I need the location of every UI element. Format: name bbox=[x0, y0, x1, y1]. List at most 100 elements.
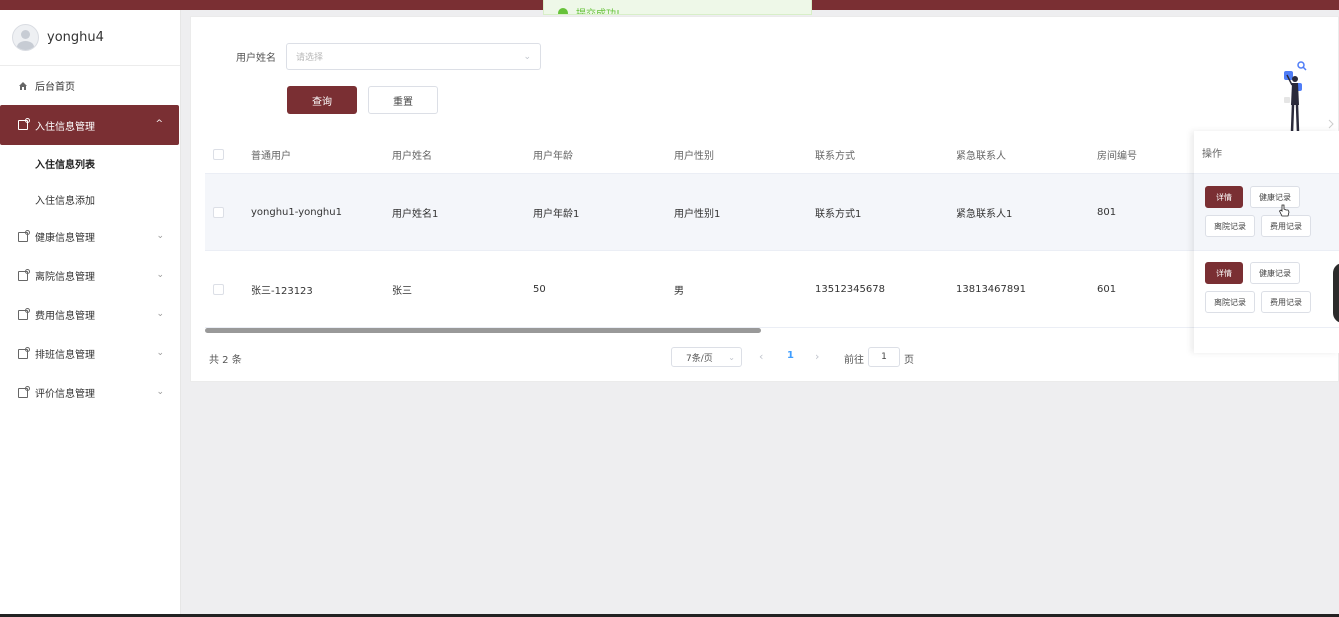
goto-suffix: 页 bbox=[904, 355, 914, 366]
column-header: 房间编号 bbox=[1097, 150, 1137, 162]
cell-gender: 男 bbox=[674, 285, 684, 297]
folder-icon bbox=[18, 307, 30, 320]
detail-button[interactable]: 详情 bbox=[1205, 186, 1243, 208]
chevron-up-icon: ^ bbox=[155, 119, 163, 129]
horizontal-scrollbar[interactable] bbox=[205, 328, 761, 333]
cell-name: 用户姓名1 bbox=[392, 208, 439, 220]
sidebar-item-schedule[interactable]: 排班信息管理 ⌄ bbox=[0, 334, 180, 373]
column-header: 用户性别 bbox=[674, 150, 714, 162]
folder-icon bbox=[18, 346, 30, 359]
floating-side-widget[interactable] bbox=[1333, 263, 1339, 323]
table-row[interactable]: 张三-123123 张三 50 男 13512345678 1381346789… bbox=[205, 251, 1339, 328]
column-header: 联系方式 bbox=[815, 150, 855, 162]
chevron-down-icon: ⌄ bbox=[156, 348, 164, 358]
sidebar-item-checkin[interactable]: 入住信息管理 ^ bbox=[0, 105, 179, 145]
column-header: 普通用户 bbox=[251, 150, 291, 162]
cell-room: 601 bbox=[1097, 283, 1117, 295]
page-number[interactable]: 1 bbox=[787, 350, 794, 361]
column-header: 操作 bbox=[1194, 131, 1339, 174]
cell-room: 801 bbox=[1097, 206, 1117, 218]
sidebar-item-fee[interactable]: 费用信息管理 ⌄ bbox=[0, 295, 180, 334]
row-checkbox[interactable] bbox=[213, 283, 224, 295]
checkin-table: 普通用户 用户姓名 用户年龄 用户性别 联系方式 紧急联系人 房间编号 yong… bbox=[205, 135, 1339, 328]
fee-record-button[interactable]: 费用记录 bbox=[1261, 215, 1311, 237]
avatar bbox=[12, 24, 39, 51]
user-name: yonghu4 bbox=[47, 30, 104, 45]
cell-name: 张三 bbox=[392, 285, 412, 297]
search-form: 用户姓名 请选择 ⌄ bbox=[236, 43, 541, 70]
cell-user: 张三-123123 bbox=[251, 285, 313, 297]
actions-column: 操作 详情 健康记录 离院记录 费用记录 详情 健康记录 离院记录 费用记录 bbox=[1194, 131, 1339, 353]
cell-emergency: 13813467891 bbox=[956, 283, 1026, 295]
sidebar: yonghu4 后台首页 入住信息管理 ^ 入住信息列表 入住信息添加 健康信息… bbox=[0, 10, 181, 614]
leave-record-button[interactable]: 离院记录 bbox=[1205, 291, 1255, 313]
home-icon bbox=[18, 81, 28, 91]
prev-page-icon[interactable]: ‹ bbox=[759, 350, 763, 363]
cell-age: 用户年龄1 bbox=[533, 208, 580, 220]
table-row[interactable]: yonghu1-yonghu1 用户姓名1 用户年龄1 用户性别1 联系方式1 … bbox=[205, 174, 1339, 251]
goto-page-input[interactable]: 1 bbox=[868, 347, 900, 367]
detail-button[interactable]: 详情 bbox=[1205, 262, 1243, 284]
page-size-value: 7条/页 bbox=[686, 353, 713, 364]
folder-icon bbox=[18, 385, 30, 398]
page-size-select[interactable]: 7条/页 ⌄ bbox=[671, 347, 742, 367]
select-placeholder: 请选择 bbox=[296, 53, 324, 63]
leave-record-button[interactable]: 离院记录 bbox=[1205, 215, 1255, 237]
sidebar-subitem-label: 入住信息列表 bbox=[35, 159, 95, 171]
sidebar-item-review[interactable]: 评价信息管理 ⌄ bbox=[0, 373, 180, 412]
sidebar-item-home[interactable]: 后台首页 bbox=[0, 66, 180, 105]
folder-icon bbox=[18, 229, 30, 242]
table-header: 普通用户 用户姓名 用户年龄 用户性别 联系方式 紧急联系人 房间编号 bbox=[205, 135, 1339, 174]
cell-emergency: 紧急联系人1 bbox=[956, 208, 1013, 220]
chevron-down-icon: ⌄ bbox=[156, 387, 164, 397]
folder-icon bbox=[18, 268, 30, 281]
chevron-down-icon: ⌄ bbox=[523, 51, 531, 62]
query-button[interactable]: 查询 bbox=[287, 86, 357, 114]
sidebar-item-label: 评价信息管理 bbox=[35, 389, 95, 400]
cell-age: 50 bbox=[533, 283, 546, 295]
next-page-icon[interactable]: › bbox=[815, 350, 819, 363]
sidebar-item-leave[interactable]: 离院信息管理 ⌄ bbox=[0, 256, 180, 295]
folder-icon bbox=[18, 118, 30, 130]
health-record-button[interactable]: 健康记录 bbox=[1250, 186, 1300, 208]
fee-record-button[interactable]: 费用记录 bbox=[1261, 291, 1311, 313]
health-record-button[interactable]: 健康记录 bbox=[1250, 262, 1300, 284]
chevron-down-icon: ⌄ bbox=[728, 352, 735, 362]
sidebar-subitem-label: 入住信息添加 bbox=[35, 195, 95, 207]
cell-phone: 13512345678 bbox=[815, 283, 885, 295]
total-count: 共 2 条 bbox=[209, 355, 242, 366]
actions-cell: 详情 健康记录 离院记录 费用记录 bbox=[1194, 251, 1339, 328]
sidebar-subitem-checkin-list[interactable]: 入住信息列表 bbox=[0, 145, 180, 181]
column-header: 用户年龄 bbox=[533, 150, 573, 162]
success-icon bbox=[558, 8, 568, 14]
sidebar-item-label: 健康信息管理 bbox=[35, 233, 95, 244]
search-label: 用户姓名 bbox=[236, 53, 276, 64]
cell-gender: 用户性别1 bbox=[674, 208, 721, 220]
actions-cell: 详情 健康记录 离院记录 费用记录 bbox=[1194, 174, 1339, 251]
cell-user: yonghu1-yonghu1 bbox=[251, 206, 342, 218]
column-header: 用户姓名 bbox=[392, 150, 432, 162]
goto-label: 前往 bbox=[844, 355, 864, 366]
pagination: 共 2 条 7条/页 ⌄ ‹ 1 › 前往 1 页 bbox=[209, 347, 1329, 367]
user-profile[interactable]: yonghu4 bbox=[0, 10, 180, 66]
chevron-down-icon: ⌄ bbox=[156, 231, 164, 241]
chevron-down-icon: ⌄ bbox=[156, 270, 164, 280]
chevron-down-icon: ⌄ bbox=[156, 309, 164, 319]
column-header: 紧急联系人 bbox=[956, 150, 1006, 162]
sidebar-item-label: 入住信息管理 bbox=[35, 121, 95, 133]
reset-button[interactable]: 重置 bbox=[368, 86, 438, 114]
select-all-checkbox[interactable] bbox=[213, 148, 224, 160]
cell-phone: 联系方式1 bbox=[815, 208, 862, 220]
toast-message: 提交成功! bbox=[576, 9, 621, 15]
sidebar-item-label: 离院信息管理 bbox=[35, 272, 95, 283]
success-toast: 提交成功! bbox=[543, 0, 812, 15]
person-illustration bbox=[1257, 61, 1337, 133]
username-select[interactable]: 请选择 ⌄ bbox=[286, 43, 541, 70]
sidebar-item-health[interactable]: 健康信息管理 ⌄ bbox=[0, 217, 180, 256]
sidebar-item-label: 后台首页 bbox=[35, 82, 75, 93]
sidebar-item-label: 费用信息管理 bbox=[35, 311, 95, 322]
main-content: 用户姓名 请选择 ⌄ 查询 重置 普通用户 用户姓名 用户年龄 用户性别 联系方… bbox=[190, 16, 1339, 382]
row-checkbox[interactable] bbox=[213, 206, 224, 218]
sidebar-subitem-checkin-add[interactable]: 入住信息添加 bbox=[0, 181, 180, 217]
hand-cursor-icon bbox=[1278, 204, 1290, 217]
